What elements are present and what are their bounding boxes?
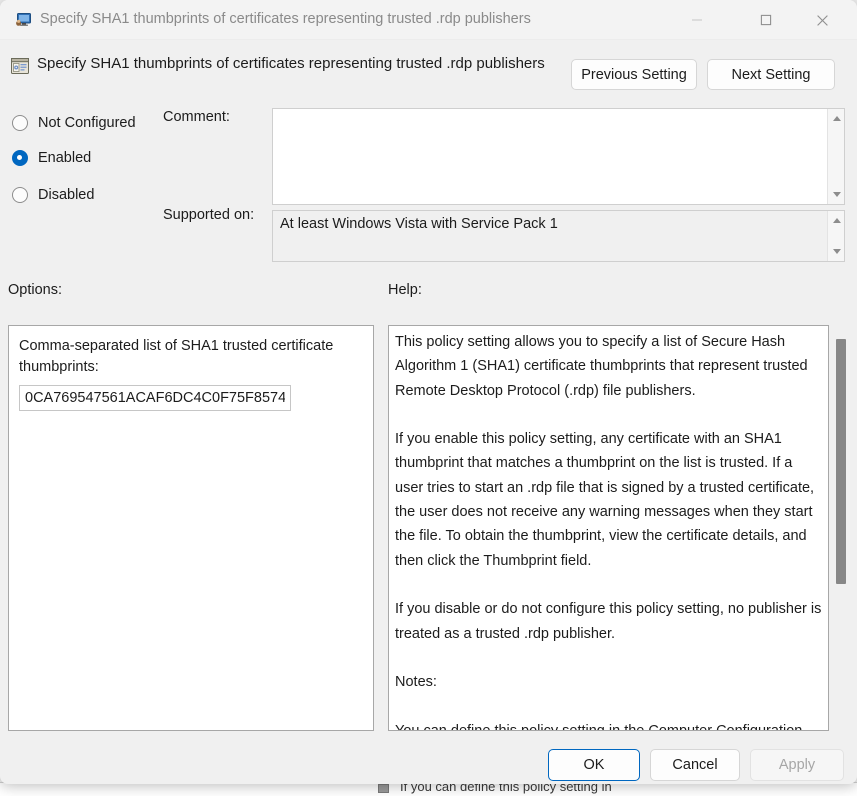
scroll-down-icon[interactable] xyxy=(828,186,845,203)
remote-desktop-policy-icon xyxy=(14,11,32,29)
radio-label-disabled: Disabled xyxy=(38,187,94,203)
comment-scrollbar[interactable] xyxy=(827,109,844,204)
window-title: Specify SHA1 thumbprints of certificates… xyxy=(40,11,531,27)
radio-mark-disabled xyxy=(12,187,28,203)
cancel-button[interactable]: Cancel xyxy=(650,749,740,781)
help-panel: This policy setting allows you to specif… xyxy=(388,325,829,731)
ok-button[interactable]: OK xyxy=(548,749,640,781)
policy-setting-title: Specify SHA1 thumbprints of certificates… xyxy=(37,55,545,72)
help-text: This policy setting allows you to specif… xyxy=(395,330,823,731)
background-window-icon xyxy=(378,784,389,793)
title-bar[interactable]: Specify SHA1 thumbprints of certificates… xyxy=(0,0,857,40)
supported-on-label: Supported on: xyxy=(163,207,254,223)
radio-enabled[interactable]: Enabled xyxy=(12,147,91,169)
comment-textarea[interactable] xyxy=(272,108,845,205)
apply-button: Apply xyxy=(750,749,844,781)
radio-label-enabled: Enabled xyxy=(38,150,91,166)
thumbprint-input[interactable] xyxy=(19,385,291,411)
help-section-label: Help: xyxy=(388,282,422,298)
options-section-label: Options: xyxy=(8,282,62,298)
radio-disabled[interactable]: Disabled xyxy=(12,184,94,206)
supported-on-scrollbar[interactable] xyxy=(827,211,844,261)
scroll-down-icon[interactable] xyxy=(828,243,845,260)
previous-setting-button[interactable]: Previous Setting xyxy=(571,59,697,90)
maximize-button[interactable] xyxy=(743,0,789,40)
comment-label: Comment: xyxy=(163,109,230,125)
supported-on-field: At least Windows Vista with Service Pack… xyxy=(272,210,845,262)
close-button[interactable] xyxy=(799,0,845,40)
group-policy-setting-icon xyxy=(10,56,30,76)
close-icon xyxy=(816,14,829,27)
radio-label-not-configured: Not Configured xyxy=(38,115,136,131)
radio-not-configured[interactable]: Not Configured xyxy=(12,112,136,134)
minimize-button[interactable] xyxy=(674,0,720,40)
scroll-up-icon[interactable] xyxy=(828,212,845,229)
radio-mark-not-configured xyxy=(12,115,28,131)
options-panel: Comma-separated list of SHA1 trusted cer… xyxy=(8,325,374,731)
policy-setting-dialog: Specify SHA1 thumbprints of certificates… xyxy=(0,0,857,784)
help-scrollbar[interactable] xyxy=(833,325,849,731)
thumbprint-field-label: Comma-separated list of SHA1 trusted cer… xyxy=(19,336,359,378)
background-window-strip: If you can define this policy setting in xyxy=(0,782,857,796)
help-scrollbar-thumb[interactable] xyxy=(836,339,846,584)
scroll-up-icon[interactable] xyxy=(828,110,845,127)
supported-on-value: At least Windows Vista with Service Pack… xyxy=(280,216,558,232)
next-setting-button[interactable]: Next Setting xyxy=(707,59,835,90)
minimize-icon xyxy=(691,14,703,26)
maximize-icon xyxy=(760,14,772,26)
radio-mark-enabled xyxy=(12,150,28,166)
